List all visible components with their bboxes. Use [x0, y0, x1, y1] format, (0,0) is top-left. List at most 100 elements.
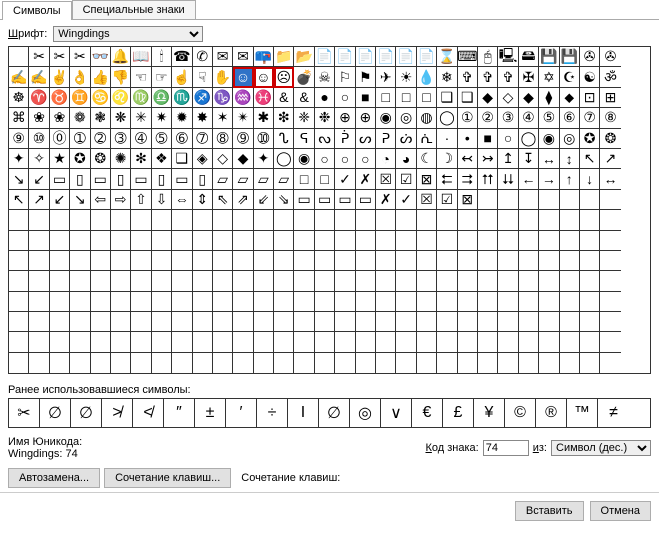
symbol-cell[interactable]	[172, 332, 192, 352]
symbol-cell[interactable]	[50, 271, 70, 291]
symbol-cell[interactable]: ✸	[193, 108, 213, 128]
symbol-cell[interactable]	[539, 332, 559, 352]
symbol-cell[interactable]: ⑥	[560, 108, 580, 128]
symbol-cell[interactable]: ✪	[70, 149, 90, 169]
symbol-cell[interactable]	[478, 210, 498, 230]
symbol-cell[interactable]	[131, 312, 151, 332]
symbol-cell[interactable]: ⊕	[356, 108, 376, 128]
symbol-cell[interactable]: ◯	[274, 149, 294, 169]
symbol-cell[interactable]: ▭	[131, 169, 151, 189]
symbol-cell[interactable]	[274, 210, 294, 230]
symbol-cell[interactable]	[437, 353, 457, 373]
symbol-cell[interactable]: ♋	[91, 88, 111, 108]
symbol-cell[interactable]: ⇔	[172, 190, 192, 210]
symbol-cell[interactable]	[539, 353, 559, 373]
symbol-cell[interactable]: ▯	[111, 169, 131, 189]
symbol-cell[interactable]: 💣	[294, 67, 314, 87]
symbol-cell[interactable]	[519, 251, 539, 271]
symbol-cell[interactable]	[519, 190, 539, 210]
symbol-cell[interactable]: ♎	[152, 88, 172, 108]
symbol-cell[interactable]: ■	[356, 88, 376, 108]
symbol-cell[interactable]	[478, 190, 498, 210]
symbol-cell[interactable]	[560, 312, 580, 332]
symbol-cell[interactable]: 📁	[274, 47, 294, 67]
symbol-cell[interactable]: 👍	[91, 67, 111, 87]
symbol-cell[interactable]	[50, 292, 70, 312]
symbol-cell[interactable]: ⮅	[478, 169, 498, 189]
symbol-cell[interactable]	[152, 271, 172, 291]
symbol-cell[interactable]	[294, 251, 314, 271]
symbol-cell[interactable]: ❑	[437, 88, 457, 108]
symbol-cell[interactable]: ✹	[172, 108, 192, 128]
symbol-cell[interactable]	[213, 251, 233, 271]
recent-cell[interactable]: ✂	[9, 399, 40, 427]
autocorrect-button[interactable]: Автозамена...	[8, 468, 100, 488]
symbol-cell[interactable]	[91, 271, 111, 291]
symbol-cell[interactable]: ✇	[600, 47, 620, 67]
symbol-cell[interactable]	[213, 353, 233, 373]
symbol-cell[interactable]: ⇖	[213, 190, 233, 210]
symbol-cell[interactable]: ❖	[152, 149, 172, 169]
symbol-cell[interactable]	[9, 210, 29, 230]
symbol-cell[interactable]	[254, 332, 274, 352]
recent-cell[interactable]: ∅	[319, 399, 350, 427]
symbol-cell[interactable]	[29, 292, 49, 312]
symbol-cell[interactable]	[70, 332, 90, 352]
symbol-cell[interactable]	[254, 271, 274, 291]
symbol-cell[interactable]	[193, 231, 213, 251]
symbol-cell[interactable]	[9, 312, 29, 332]
symbol-cell[interactable]	[70, 271, 90, 291]
symbol-cell[interactable]	[213, 292, 233, 312]
symbol-cell[interactable]	[356, 251, 376, 271]
recent-cell[interactable]: ∅	[71, 399, 102, 427]
symbol-cell[interactable]: ᔓ	[315, 129, 335, 149]
symbol-cell[interactable]: ❇	[274, 108, 294, 128]
symbol-cell[interactable]: ▯	[152, 169, 172, 189]
symbol-cell[interactable]: ◎	[560, 129, 580, 149]
symbol-cell[interactable]: ✂	[50, 47, 70, 67]
symbol-cell[interactable]	[254, 231, 274, 251]
symbol-cell[interactable]	[356, 292, 376, 312]
symbol-cell[interactable]: ◇	[213, 149, 233, 169]
symbol-cell[interactable]	[539, 292, 559, 312]
symbol-cell[interactable]: ♒	[233, 88, 253, 108]
symbol-cell[interactable]	[213, 312, 233, 332]
symbol-cell[interactable]: ▭	[335, 190, 355, 210]
symbol-cell[interactable]: ❈	[294, 108, 314, 128]
symbol-cell[interactable]: ✞	[478, 67, 498, 87]
symbol-cell[interactable]	[274, 251, 294, 271]
symbol-cell[interactable]: ❁	[70, 108, 90, 128]
symbol-cell[interactable]	[356, 271, 376, 291]
symbol-cell[interactable]	[111, 251, 131, 271]
symbol-cell[interactable]: ☒	[376, 169, 396, 189]
symbol-cell[interactable]: ↔	[539, 149, 559, 169]
symbol-cell[interactable]: ➀	[70, 129, 90, 149]
symbol-cell[interactable]	[193, 292, 213, 312]
symbol-cell[interactable]: ◎	[396, 108, 416, 128]
symbol-cell[interactable]: ↘	[9, 169, 29, 189]
symbol-cell[interactable]	[417, 231, 437, 251]
recent-cell[interactable]: ¥	[474, 399, 505, 427]
symbol-cell[interactable]: ✗	[376, 190, 396, 210]
symbol-cell[interactable]	[560, 353, 580, 373]
symbol-cell[interactable]: ⇩	[152, 190, 172, 210]
insert-button[interactable]: Вставить	[515, 501, 584, 521]
symbol-cell[interactable]: ◕	[396, 149, 416, 169]
symbol-cell[interactable]	[417, 292, 437, 312]
symbol-cell[interactable]: 📄	[315, 47, 335, 67]
symbol-cell[interactable]	[274, 292, 294, 312]
recent-cell[interactable]: ±	[195, 399, 226, 427]
symbol-cell[interactable]: □	[396, 88, 416, 108]
symbol-cell[interactable]: ↕	[560, 149, 580, 169]
symbol-cell[interactable]	[580, 231, 600, 251]
symbol-cell[interactable]: 🖴	[519, 47, 539, 67]
symbol-cell[interactable]: ⑩	[29, 129, 49, 149]
symbol-cell[interactable]: ①	[458, 108, 478, 128]
symbol-cell[interactable]: 👎	[111, 67, 131, 87]
symbol-cell[interactable]	[519, 271, 539, 291]
symbol-cell[interactable]	[580, 210, 600, 230]
symbol-cell[interactable]	[111, 271, 131, 291]
symbol-cell[interactable]	[519, 353, 539, 373]
symbol-cell[interactable]	[213, 271, 233, 291]
symbol-cell[interactable]: ○	[315, 149, 335, 169]
